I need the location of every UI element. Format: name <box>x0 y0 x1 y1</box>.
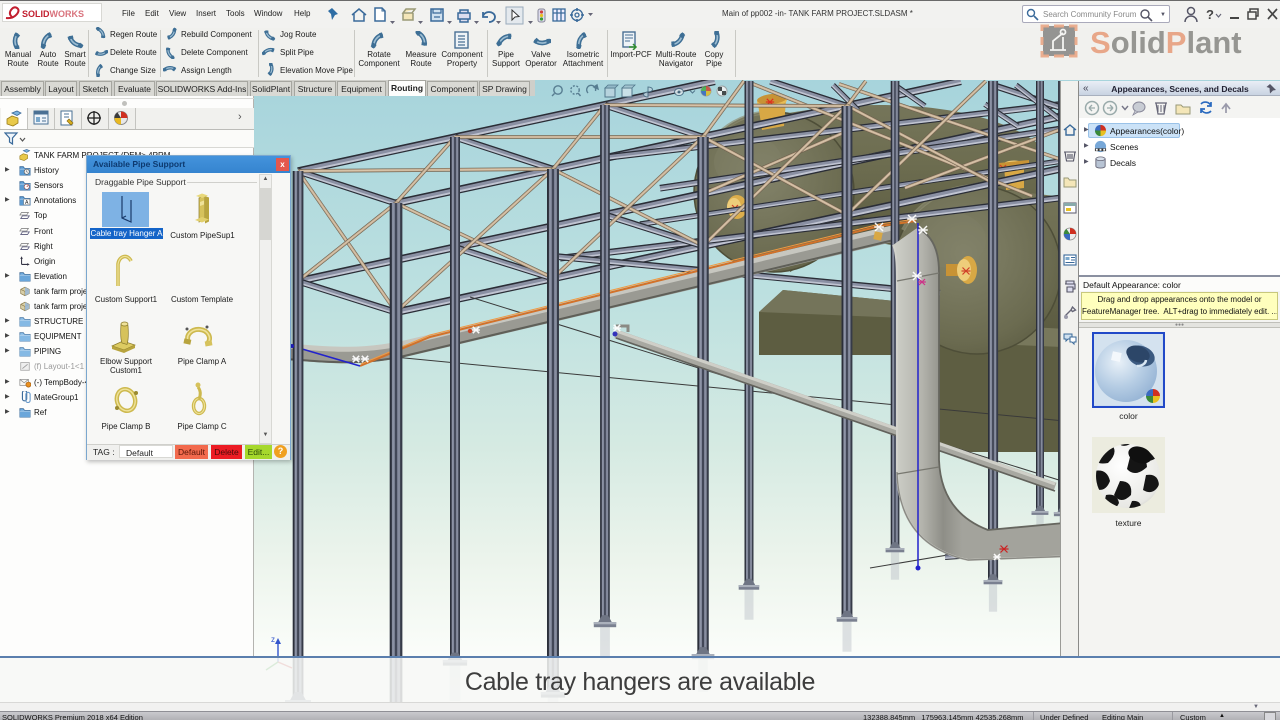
svg-text:z: z <box>271 635 275 644</box>
svg-text:A: A <box>25 200 29 206</box>
svg-text:SolidPlant: SolidPlant <box>1090 25 1242 60</box>
svg-text:?: ? <box>1206 7 1214 22</box>
